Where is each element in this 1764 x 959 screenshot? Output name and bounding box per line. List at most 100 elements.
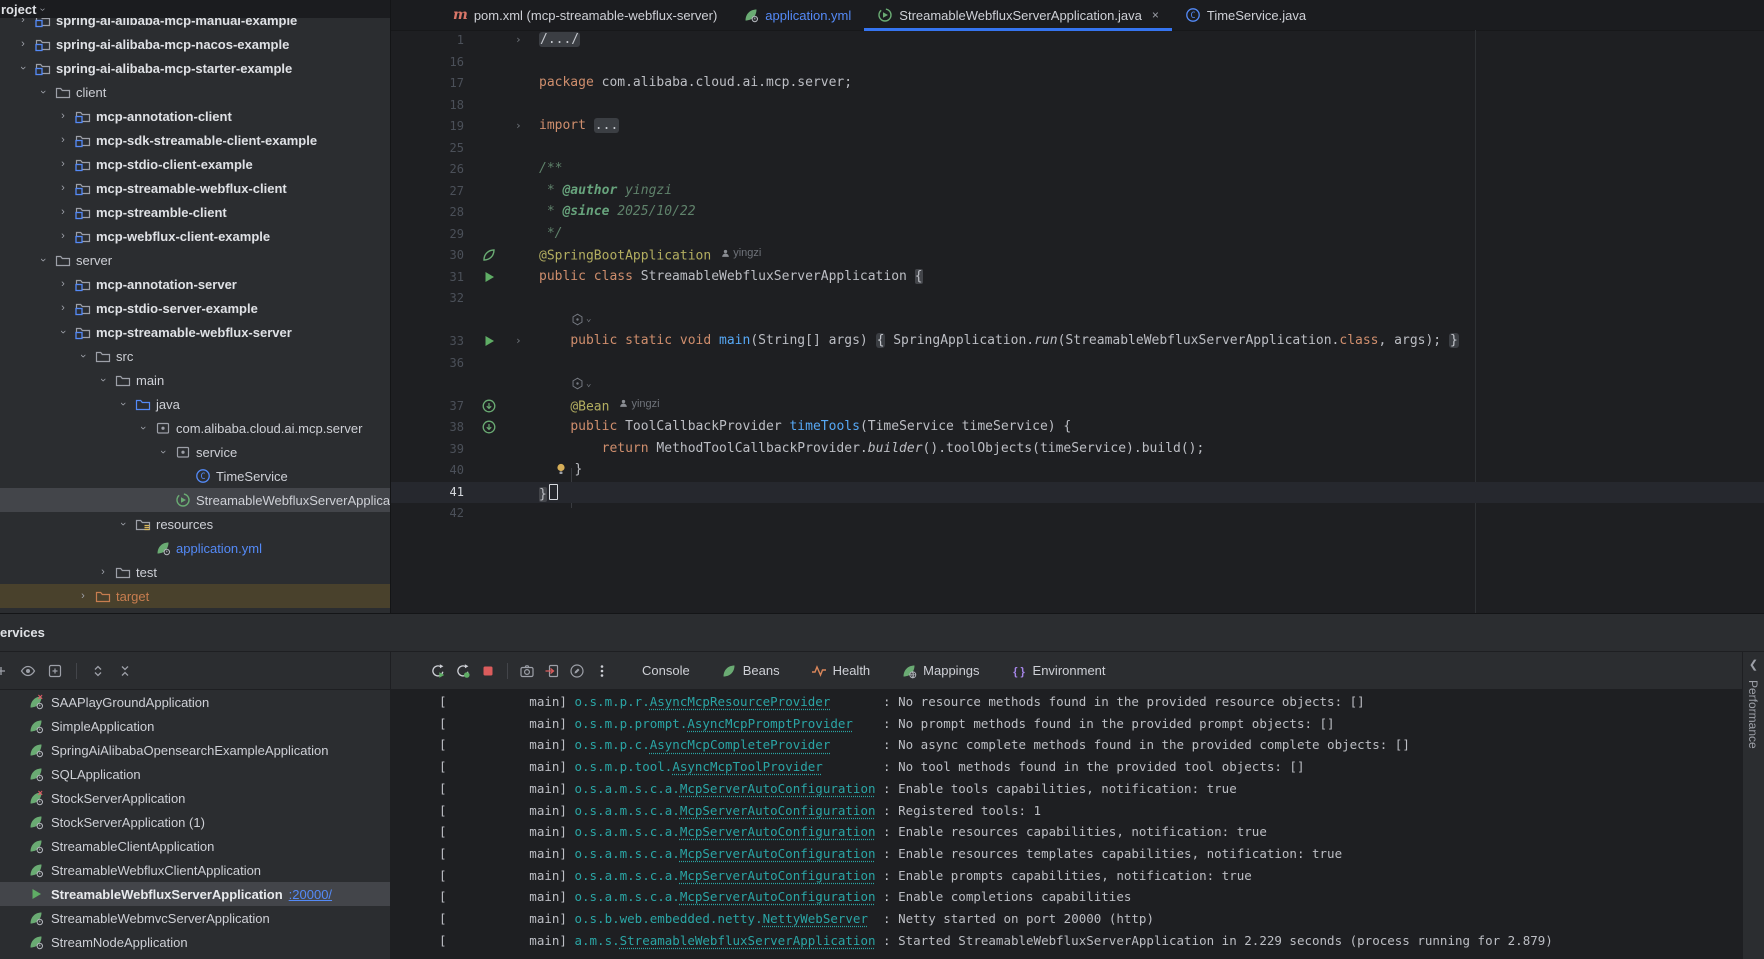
service-run-config[interactable]: SpringAiAlibabaOpensearchExampleApplicat… bbox=[0, 738, 390, 762]
tree-chevron-icon[interactable]: › bbox=[93, 566, 113, 578]
show-output-button[interactable] bbox=[543, 662, 561, 680]
service-run-config[interactable]: SQLApplication bbox=[0, 762, 390, 786]
project-tree-item[interactable]: ›target bbox=[0, 584, 390, 608]
fold-chevron-icon[interactable]: › bbox=[515, 119, 522, 132]
service-run-config[interactable]: StreamNodeApplication bbox=[0, 930, 390, 954]
code-line[interactable]: 38 public ToolCallbackProvider timeTools… bbox=[391, 417, 1764, 439]
code-line[interactable]: 16 bbox=[391, 52, 1764, 74]
project-tree-item[interactable]: application.yml bbox=[0, 536, 390, 560]
tree-chevron-icon[interactable]: › bbox=[73, 590, 93, 602]
tree-chevron-icon[interactable]: › bbox=[53, 206, 73, 218]
code-line[interactable]: 33› public static void main(String[] arg… bbox=[391, 331, 1764, 353]
tree-chevron-icon[interactable]: › bbox=[53, 278, 73, 290]
bean-gutter-icon[interactable] bbox=[481, 398, 499, 415]
project-tree-item[interactable]: ›resources bbox=[0, 512, 390, 536]
project-tree-item[interactable]: ›com.alibaba.cloud.ai.mcp.server bbox=[0, 416, 390, 440]
editor-tab[interactable]: StreamableWebfluxServerApplication.java× bbox=[864, 0, 1172, 30]
project-tree-item[interactable]: ›spring-ai-alibaba-mcp-nacos-example bbox=[0, 32, 390, 56]
project-tree-item[interactable]: ›spring-ai-alibaba-mcp-starter-example bbox=[0, 56, 390, 80]
project-tree-item[interactable]: ›server bbox=[0, 248, 390, 272]
tree-chevron-icon[interactable]: › bbox=[53, 230, 73, 242]
inlay-hint-line[interactable]: ⌄ bbox=[391, 310, 1764, 332]
close-icon[interactable]: × bbox=[1152, 8, 1159, 22]
code-line[interactable]: 32 bbox=[391, 288, 1764, 310]
service-run-config[interactable]: StreamableWebmvcServerApplication bbox=[0, 906, 390, 930]
tree-chevron-icon[interactable]: › bbox=[117, 394, 129, 414]
code-line[interactable]: 28 * @since 2025/10/22 bbox=[391, 202, 1764, 224]
service-run-config[interactable]: ×StockServerApplication bbox=[0, 786, 390, 810]
project-tree-item[interactable]: ›mcp-stdio-client-example bbox=[0, 152, 390, 176]
service-run-config[interactable]: StreamableWebfluxServerApplication:20000… bbox=[0, 882, 390, 906]
code-line[interactable]: 19›import ... bbox=[391, 116, 1764, 138]
logger-link[interactable]: NettyWebServer bbox=[763, 911, 868, 926]
code-line[interactable]: 37 @Beanyingzi bbox=[391, 396, 1764, 418]
console-tab-beans[interactable]: Beans bbox=[721, 663, 780, 679]
tree-chevron-icon[interactable]: › bbox=[77, 346, 89, 366]
logger-link[interactable]: McpServerAutoConfiguration bbox=[680, 846, 876, 861]
logger-link[interactable]: McpServerAutoConfiguration bbox=[680, 824, 876, 839]
tree-chevron-icon[interactable]: › bbox=[157, 442, 169, 462]
inlay-hint-line[interactable]: ⌄ bbox=[391, 374, 1764, 396]
service-run-config[interactable]: StreamableClientApplication bbox=[0, 834, 390, 858]
tree-chevron-icon[interactable]: › bbox=[53, 110, 73, 122]
bean-gutter-icon[interactable] bbox=[481, 419, 499, 436]
tree-chevron-icon[interactable]: › bbox=[117, 514, 129, 534]
editor-tab[interactable]: application.yml bbox=[730, 0, 864, 30]
code-line[interactable]: 29 */ bbox=[391, 224, 1764, 246]
logger-link[interactable]: McpServerAutoConfiguration bbox=[680, 803, 876, 818]
collapse-all-button[interactable] bbox=[116, 662, 134, 680]
tree-chevron-icon[interactable]: › bbox=[53, 182, 73, 194]
project-tree-item[interactable]: ›mcp-streamable-webflux-client bbox=[0, 176, 390, 200]
editor-tab[interactable]: mpom.xml (mcp-streamable-webflux-server) bbox=[440, 0, 730, 30]
tree-chevron-icon[interactable]: › bbox=[137, 418, 149, 438]
console-tab-health[interactable]: Health bbox=[811, 663, 871, 679]
rerun-modified-button[interactable] bbox=[454, 662, 472, 680]
logger-link[interactable]: AsyncMcpResourceProvider bbox=[650, 694, 831, 709]
logger-link[interactable]: StreamableWebfluxServerApplication bbox=[620, 933, 876, 948]
tree-chevron-icon[interactable]: › bbox=[37, 82, 49, 102]
rerun-button[interactable] bbox=[429, 662, 447, 680]
project-tree-item[interactable]: ›mcp-stdio-server-example bbox=[0, 296, 390, 320]
code-line[interactable]: 27 * @author yingzi bbox=[391, 181, 1764, 203]
more-button[interactable] bbox=[593, 662, 611, 680]
add-button[interactable] bbox=[0, 662, 10, 680]
project-panel-header[interactable]: roject › bbox=[0, 0, 390, 18]
run-gutter-icon[interactable] bbox=[481, 269, 499, 286]
tree-chevron-icon[interactable]: › bbox=[53, 134, 73, 146]
logger-link[interactable]: McpServerAutoConfiguration bbox=[680, 781, 876, 796]
code-line[interactable]: 40 } bbox=[391, 460, 1764, 482]
service-run-config[interactable]: StockServerApplication (1) bbox=[0, 810, 390, 834]
spring-bean-inlay-hint[interactable]: ⌄ bbox=[571, 377, 591, 390]
tree-chevron-icon[interactable]: › bbox=[17, 58, 29, 78]
code-editor[interactable]: 1›/.../1617package com.alibaba.cloud.ai.… bbox=[391, 30, 1764, 613]
stop-button[interactable] bbox=[479, 662, 497, 680]
code-line[interactable]: 18 bbox=[391, 95, 1764, 117]
edit-configuration-button[interactable] bbox=[568, 662, 586, 680]
code-line[interactable]: 39 return MethodToolCallbackProvider.bui… bbox=[391, 439, 1764, 461]
logger-link[interactable]: AsyncMcpPromptProvider bbox=[687, 716, 853, 731]
performance-tab[interactable]: Performance bbox=[1746, 680, 1760, 749]
project-tree-item[interactable]: ›mcp-annotation-client bbox=[0, 104, 390, 128]
collapse-chevron-icon[interactable]: ❮ bbox=[1743, 658, 1764, 671]
run-gutter-icon[interactable] bbox=[481, 333, 499, 350]
spring-gutter-icon[interactable] bbox=[481, 247, 499, 264]
service-run-config[interactable]: StreamableWebfluxClientApplication bbox=[0, 858, 390, 882]
service-run-config[interactable]: SimpleApplication bbox=[0, 714, 390, 738]
console-tab-console[interactable]: Console bbox=[642, 663, 690, 678]
project-tree-item[interactable]: ›test bbox=[0, 560, 390, 584]
service-port-link[interactable]: :20000/ bbox=[289, 887, 332, 902]
project-tree-item[interactable]: ›main bbox=[0, 368, 390, 392]
console-tab-environment[interactable]: { }Environment bbox=[1011, 663, 1106, 679]
project-tree-item[interactable]: ›service bbox=[0, 440, 390, 464]
spring-bean-inlay-hint[interactable]: ⌄ bbox=[571, 313, 591, 326]
code-line[interactable]: 25 bbox=[391, 138, 1764, 160]
thread-dump-button[interactable] bbox=[518, 662, 536, 680]
project-tree-item[interactable]: ›java bbox=[0, 392, 390, 416]
project-tree-item[interactable]: ›mcp-annotation-server bbox=[0, 272, 390, 296]
tree-chevron-icon[interactable]: › bbox=[53, 302, 73, 314]
code-line[interactable]: 42 bbox=[391, 503, 1764, 525]
logger-link[interactable]: AsyncMcpCompleteProvider bbox=[650, 737, 831, 752]
logger-link[interactable]: AsyncMcpToolProvider bbox=[672, 759, 823, 774]
expand-all-button[interactable] bbox=[89, 662, 107, 680]
tree-chevron-icon[interactable]: › bbox=[37, 250, 49, 270]
